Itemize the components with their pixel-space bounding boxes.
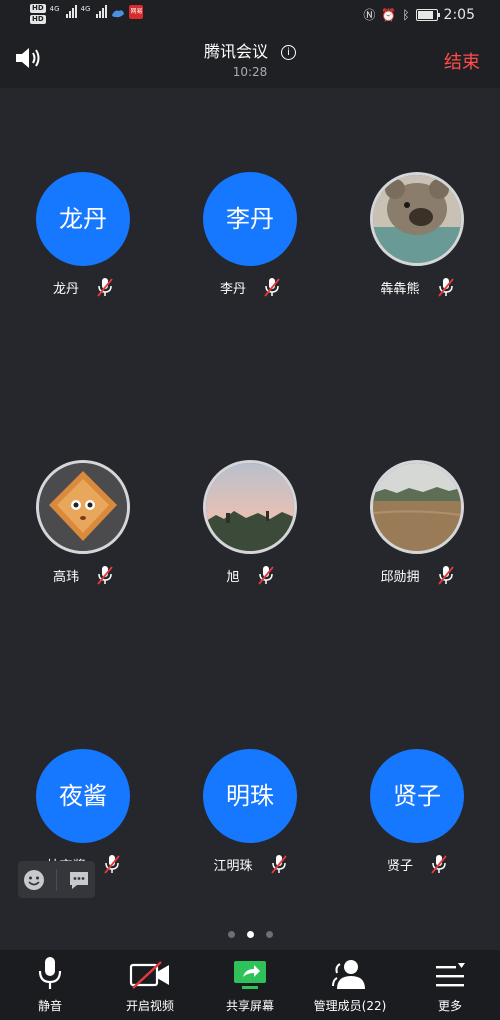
mic-muted-icon [97, 278, 113, 297]
share-screen-label: 共享屏幕 [225, 999, 274, 1013]
start-video-label: 开启视频 [125, 999, 174, 1013]
signal-icon [65, 4, 77, 18]
participant-name: 邱勋拥 [380, 569, 420, 585]
participant-name: 江明珠 [213, 858, 253, 874]
avatar-river-photo [370, 460, 464, 554]
bluetooth-icon: ᛒ [402, 7, 410, 22]
mute-label: 静音 [37, 999, 62, 1013]
page-dot-active[interactable] [246, 931, 254, 938]
meeting-title[interactable]: 腾讯会议 [204, 42, 268, 61]
status-right: Ⓝ ⏰ ᛒ 2:05 [363, 6, 475, 23]
meeting-toolbar: 静音 开启视频 共享屏幕 管理成员(22) 更多 [0, 950, 500, 1020]
mic-muted-icon [270, 855, 287, 874]
chat-icon[interactable] [68, 869, 90, 891]
avatar: 明珠 [203, 749, 297, 843]
mute-button[interactable]: 静音 [0, 950, 100, 1020]
page-indicator [0, 931, 500, 938]
page-dot[interactable] [265, 931, 273, 938]
mic-muted-icon [103, 855, 120, 874]
avatar-teddy-bear-photo [370, 172, 464, 266]
battery-icon [415, 8, 440, 21]
video-off-icon [129, 961, 169, 989]
share-screen-button[interactable]: 共享屏幕 [200, 950, 300, 1020]
status-bar: HD HD 4G 4G 网易 Ⓝ ⏰ ᛒ 2:05 [0, 0, 500, 30]
avatar: 龙丹 [36, 172, 130, 266]
participant-name: 犇犇熊 [380, 281, 420, 297]
manage-members-button[interactable]: 管理成员(22) [300, 950, 400, 1020]
more-label: 更多 [437, 999, 462, 1013]
more-menu-icon [436, 963, 465, 987]
clock: 2:05 [443, 6, 475, 23]
network-type: 4G [80, 5, 91, 13]
avatar: 李丹 [203, 172, 297, 266]
avatar-toast-photo [36, 460, 130, 554]
participant-tile[interactable]: 旭 [167, 460, 333, 586]
participant-tile[interactable]: 龙丹 龙丹 [0, 172, 166, 298]
signal-icon [96, 4, 108, 18]
avatar: 贤子 [370, 749, 464, 843]
weibo-icon [112, 10, 125, 18]
alarm-icon: ⏰ [381, 7, 397, 22]
participant-name: 旭 [226, 569, 240, 585]
page-dot[interactable] [227, 931, 235, 938]
end-meeting-button[interactable]: 结束 [444, 48, 480, 74]
emoji-icon[interactable] [23, 869, 45, 891]
info-icon[interactable]: i [281, 45, 297, 60]
more-button[interactable]: 更多 [400, 950, 500, 1020]
participant-tile[interactable]: 高玮 [0, 460, 166, 586]
microphone-icon [38, 957, 62, 989]
share-screen-icon [234, 961, 266, 989]
participant-name: 龙丹 [52, 281, 79, 297]
reaction-chat-bar [18, 861, 95, 898]
participant-tile[interactable]: 贤子 贤子 [334, 749, 500, 875]
participant-tile[interactable]: 李丹 李丹 [167, 172, 333, 298]
mic-muted-icon [257, 566, 274, 585]
app-notification-icon: 网易 [129, 5, 144, 19]
mic-muted-icon [431, 855, 447, 874]
meeting-title-block: 腾讯会议 i 10:28 [0, 38, 500, 79]
participant-name: 李丹 [219, 281, 246, 297]
participant-name: 贤子 [386, 858, 413, 874]
mic-muted-icon [97, 566, 113, 585]
network-type: 4G [49, 5, 60, 13]
meeting-duration: 10:28 [232, 65, 268, 79]
mic-muted-icon [437, 566, 454, 585]
hd-badge: HD [30, 15, 46, 24]
avatar-sunset-photo [203, 460, 297, 554]
manage-members-label: 管理成员(22) [313, 999, 387, 1013]
divider [55, 868, 57, 891]
nfc-icon: Ⓝ [363, 8, 376, 22]
hd-badge: HD [30, 4, 46, 13]
avatar: 夜酱 [36, 749, 130, 843]
hd-indicators: HD HD [30, 4, 46, 24]
participant-tile[interactable]: 邱勋拥 [334, 460, 500, 586]
members-icon [332, 960, 365, 989]
participant-name: 高玮 [52, 569, 79, 585]
mic-muted-icon [437, 278, 454, 297]
mic-muted-icon [264, 278, 280, 297]
participant-tile[interactable]: 犇犇熊 [334, 172, 500, 298]
participant-tile[interactable]: 明珠 江明珠 [167, 749, 333, 875]
status-left: HD HD 4G 4G 网易 [30, 4, 144, 24]
start-video-button[interactable]: 开启视频 [100, 950, 200, 1020]
meeting-header: 腾讯会议 i 10:28 结束 [0, 30, 500, 88]
participant-tile[interactable]: 夜酱 柚夜酱 [0, 749, 166, 875]
